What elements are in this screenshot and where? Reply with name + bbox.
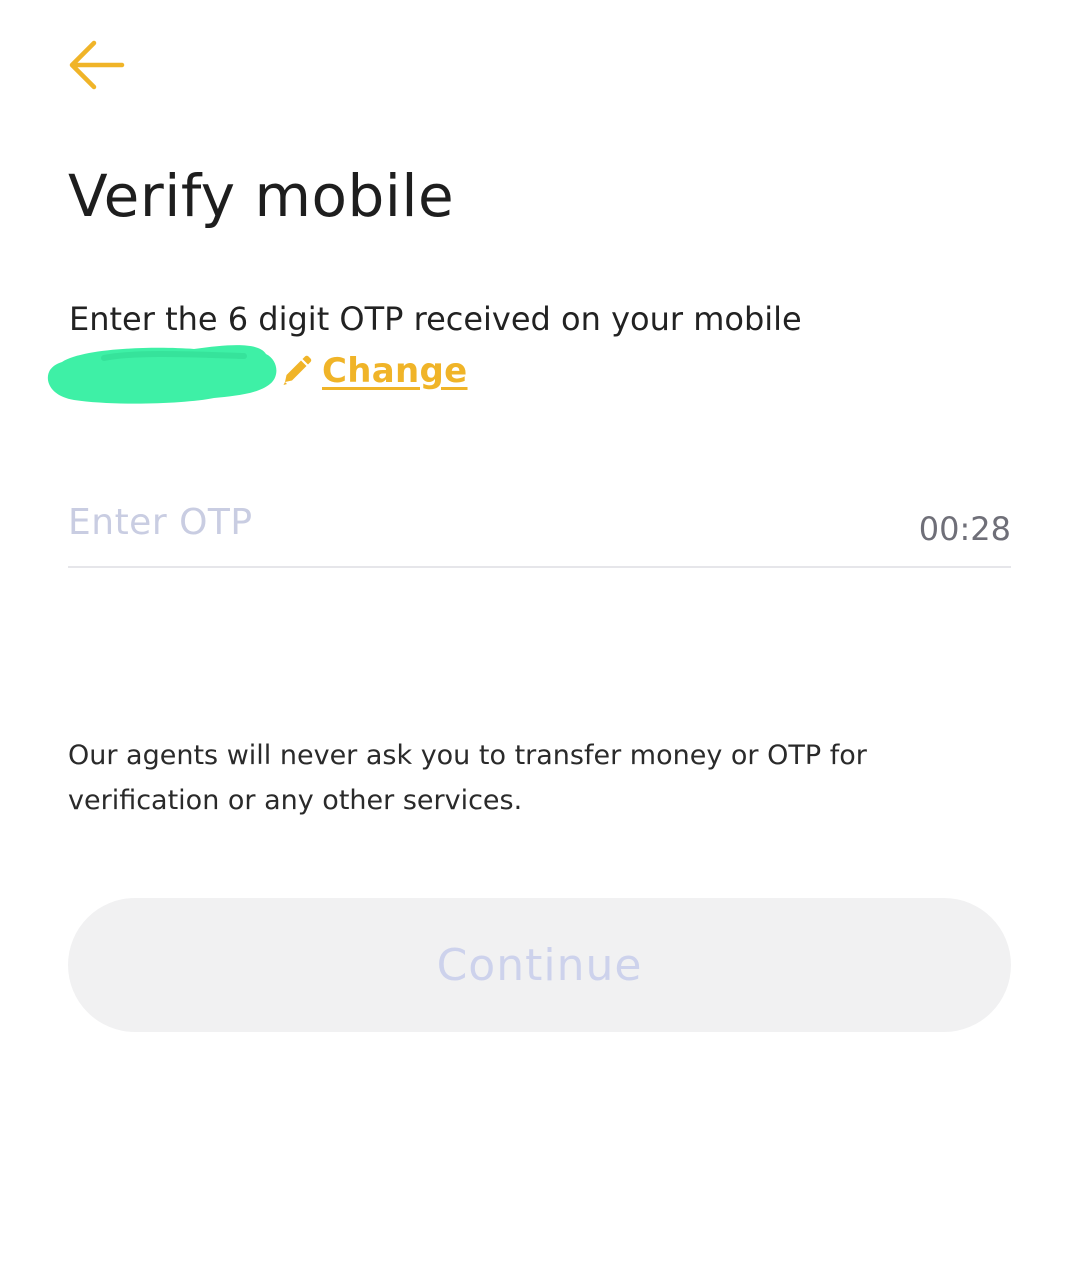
otp-input[interactable]	[68, 494, 828, 550]
otp-countdown-timer: 00:28	[918, 510, 1011, 548]
change-number-link[interactable]: Change	[322, 351, 468, 391]
security-disclaimer: Our agents will never ask you to transfe…	[68, 740, 867, 816]
continue-button[interactable]: Continue	[68, 898, 1011, 1032]
redacted-phone-number	[44, 340, 277, 404]
otp-field: 00:28	[68, 480, 1011, 568]
pencil-icon[interactable]	[278, 353, 314, 389]
phone-number-row: Change	[44, 336, 468, 406]
back-button[interactable]	[62, 36, 128, 94]
page-title: Verify mobile	[68, 162, 455, 230]
otp-instruction: Enter the 6 digit OTP received on your m…	[69, 300, 802, 338]
arrow-left-icon	[69, 40, 125, 90]
